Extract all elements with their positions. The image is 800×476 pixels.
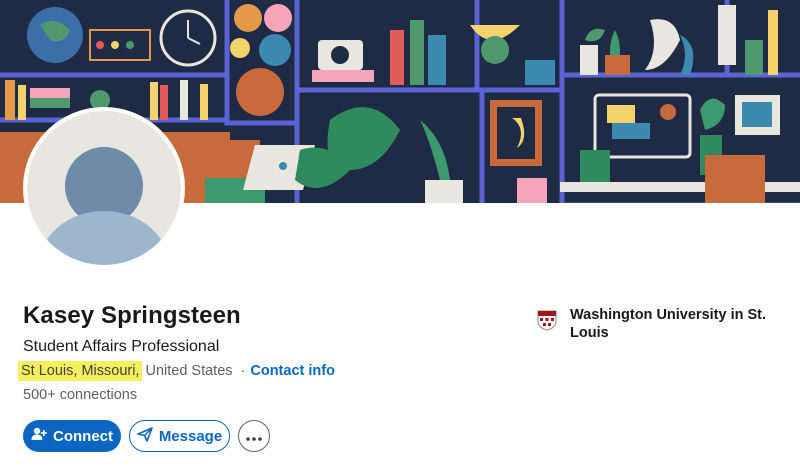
more-actions-button[interactable] (238, 420, 270, 452)
education-entry[interactable]: Washington University in St. Louis (536, 306, 770, 342)
default-avatar-icon (27, 111, 181, 265)
profile-photo[interactable] (23, 107, 185, 269)
profile-headline: Student Affairs Professional (23, 338, 220, 355)
message-button[interactable]: Message (129, 420, 230, 452)
connect-button[interactable]: Connect (23, 420, 121, 452)
profile-name: Kasey Springsteen (23, 302, 241, 329)
profile-location: St Louis, Missouri, United States · Cont… (18, 359, 335, 383)
more-horizontal-icon (246, 428, 262, 445)
connections-count: 500+ connections (23, 387, 138, 403)
add-person-icon (31, 427, 47, 445)
contact-info-link[interactable]: Contact info (250, 363, 335, 379)
university-shield-icon (536, 309, 558, 331)
message-label: Message (158, 427, 223, 445)
separator-dot: · (240, 363, 246, 379)
school-name: Washington University in St. Louis (570, 307, 767, 341)
location-highlight: St Louis, Missouri, (18, 361, 143, 381)
location-country: United States (145, 363, 233, 379)
send-icon (137, 426, 153, 446)
connect-label: Connect (53, 427, 113, 445)
